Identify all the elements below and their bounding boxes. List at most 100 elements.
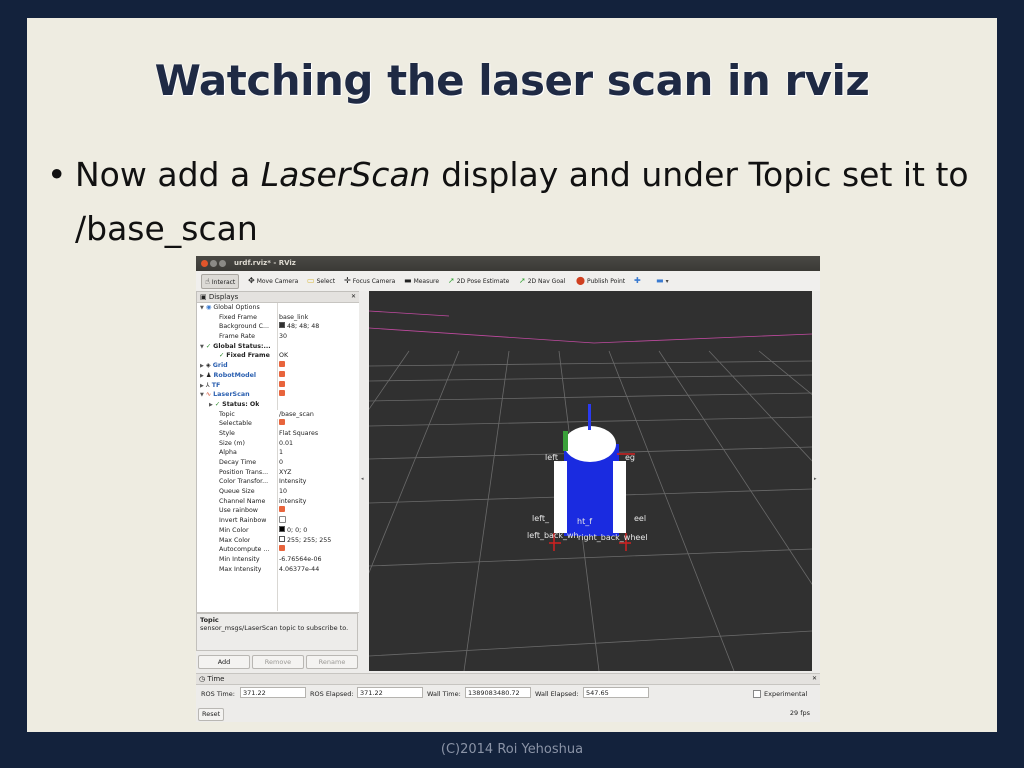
expand-icon[interactable]: ▼ xyxy=(200,392,204,398)
tree-row-global-options[interactable]: ▼ ◉ Global Options xyxy=(197,303,359,313)
interact-button[interactable]: ☝ Interact xyxy=(201,274,240,289)
expand-icon[interactable]: ▶ xyxy=(200,383,204,389)
close-icon[interactable]: ✕ xyxy=(812,674,817,684)
row-value[interactable]: 48; 48; 48 xyxy=(279,322,357,332)
row-value[interactable]: Flat Squares xyxy=(279,429,357,439)
tree-row-topic[interactable]: Topic/base_scan xyxy=(197,409,359,420)
tree-row-queue-size[interactable]: Queue Size 10 xyxy=(197,487,359,497)
publish-point-button[interactable]: ⬤ Publish Point xyxy=(576,274,625,287)
tree-row-min-intensity[interactable]: Min Intensity -6.76564e-06 xyxy=(197,555,359,565)
row-label: Min Color xyxy=(219,526,249,534)
remove-button[interactable]: Remove xyxy=(252,655,304,669)
row-value[interactable]: Intensity xyxy=(279,477,357,487)
clock-icon: ◷ xyxy=(199,675,208,683)
row-value[interactable]: 0 xyxy=(279,458,357,468)
tree-row-autocompute[interactable]: Autocompute ... xyxy=(197,545,359,555)
row-value[interactable]: XYZ xyxy=(279,468,357,478)
ros-time-field[interactable]: 371.22 xyxy=(240,687,306,698)
collapse-left-icon[interactable]: ◂ xyxy=(361,476,364,482)
collapse-right-icon[interactable]: ▸ xyxy=(814,476,817,482)
wall-time-field[interactable]: 1389083480.72 xyxy=(465,687,531,698)
color-swatch xyxy=(279,322,285,329)
experimental-checkbox[interactable] xyxy=(753,690,761,698)
expand-icon[interactable]: ▶ xyxy=(200,373,204,379)
tree-row-grid[interactable]: ▶ ◈ Grid xyxy=(197,361,359,371)
row-label: Max Intensity xyxy=(219,565,262,573)
move-camera-button[interactable]: ✥ Move Camera xyxy=(248,274,298,287)
autocompute-checkbox[interactable] xyxy=(279,545,285,552)
row-value[interactable]: 1 xyxy=(279,448,357,458)
selectable-checkbox[interactable] xyxy=(279,419,285,426)
row-value[interactable]: 255; 255; 255 xyxy=(279,535,357,546)
tree-row-style[interactable]: Style Flat Squares xyxy=(197,429,359,439)
row-value[interactable]: /base_scan xyxy=(279,410,357,420)
row-value[interactable]: 4.06377e-44 xyxy=(279,565,357,575)
left-splitter[interactable]: ◂ xyxy=(359,291,369,671)
tree-row-color-transformer[interactable]: Color Transfor... Intensity xyxy=(197,477,359,487)
tree-row-alpha[interactable]: Alpha 1 xyxy=(197,448,359,458)
rename-button[interactable]: Rename xyxy=(306,655,358,669)
tree-row-size[interactable]: Size (m) 0.01 xyxy=(197,439,359,449)
row-value[interactable]: intensity xyxy=(279,497,357,507)
expand-icon[interactable]: ▶ xyxy=(209,402,213,408)
focus-camera-button[interactable]: ✛ Focus Camera xyxy=(344,274,395,287)
tree-row-tf[interactable]: ▶ ⅄ TF xyxy=(197,380,359,391)
frame-label-overlap: ht_f xyxy=(577,517,593,526)
right-splitter[interactable]: ▸ xyxy=(812,291,820,671)
tree-row-frame-rate[interactable]: Frame Rate 30 xyxy=(197,332,359,342)
axes-icon: ⅄ xyxy=(205,381,210,389)
tree-row-global-status[interactable]: ▼ ✓ Global Status:... xyxy=(197,342,359,352)
enable-checkbox[interactable] xyxy=(279,361,285,368)
minimize-icon[interactable] xyxy=(210,260,217,267)
expand-icon[interactable]: ▼ xyxy=(200,305,204,311)
wall-elapsed-field[interactable]: 547.65 xyxy=(583,687,649,698)
frame-label-right-front-wheel: eel xyxy=(634,514,647,523)
row-value[interactable]: 0.01 xyxy=(279,439,357,449)
row-value[interactable]: 0; 0; 0 xyxy=(279,525,357,536)
maximize-icon[interactable] xyxy=(219,260,226,267)
tree-row-fixed-frame[interactable]: Fixed Frame base_link xyxy=(197,313,359,323)
tree-row-laserscan[interactable]: ▼ ∿ LaserScan xyxy=(197,390,359,400)
enable-checkbox[interactable] xyxy=(279,380,285,387)
invert-rainbow-checkbox[interactable] xyxy=(279,516,286,523)
tree-row-fixed-frame-status[interactable]: ✓ Fixed Frame OK xyxy=(197,351,359,361)
close-icon[interactable]: ✕ xyxy=(351,292,356,302)
3d-view[interactable]: left_ eg left_ ht_f eel left_back_wh rig… xyxy=(369,291,812,671)
use-rainbow-checkbox[interactable] xyxy=(279,506,285,513)
nav-goal-button[interactable]: ➚ 2D Nav Goal xyxy=(519,274,565,287)
row-value[interactable]: base_link xyxy=(279,313,357,323)
enable-checkbox[interactable] xyxy=(279,390,285,397)
tree-row-channel-name[interactable]: Channel Name intensity xyxy=(197,497,359,507)
remove-tool-button[interactable]: ▬ ▾ xyxy=(656,274,669,287)
row-label: Channel Name xyxy=(219,497,266,505)
tree-row-max-intensity[interactable]: Max Intensity 4.06377e-44 xyxy=(197,565,359,575)
ros-elapsed-field[interactable]: 371.22 xyxy=(357,687,423,698)
row-value[interactable]: -6.76564e-06 xyxy=(279,555,357,565)
row-value[interactable]: 10 xyxy=(279,487,357,497)
enable-checkbox[interactable] xyxy=(279,370,285,377)
bullet-text-pre: Now add a xyxy=(75,155,261,194)
measure-button[interactable]: ▬ Measure xyxy=(404,274,439,287)
tree-row-use-rainbow[interactable]: Use rainbow xyxy=(197,506,359,516)
tree-row-max-color[interactable]: Max Color 255; 255; 255 xyxy=(197,535,359,546)
tree-row-min-color[interactable]: Min Color 0; 0; 0 xyxy=(197,525,359,536)
row-label: Topic xyxy=(219,410,235,418)
tree-row-status-ok[interactable]: ▶ ✓ Status: Ok xyxy=(197,400,359,410)
tree-row-background-color[interactable]: Background C... 48; 48; 48 xyxy=(197,322,359,332)
row-label: Global Options xyxy=(213,304,260,311)
add-button[interactable]: Add xyxy=(198,655,250,669)
tree-row-robotmodel[interactable]: ▶ ♟ RobotModel xyxy=(197,370,359,381)
tree-row-position-transformer[interactable]: Position Trans... XYZ xyxy=(197,468,359,478)
add-tool-button[interactable]: ✚ xyxy=(634,274,643,287)
expand-icon[interactable]: ▶ xyxy=(200,363,204,369)
tree-row-invert-rainbow[interactable]: Invert Rainbow xyxy=(197,516,359,526)
tree-row-selectable[interactable]: Selectable xyxy=(197,419,359,429)
measure-label: Measure xyxy=(413,278,440,285)
reset-button[interactable]: Reset xyxy=(198,708,225,721)
row-value[interactable]: 30 xyxy=(279,332,357,342)
close-icon[interactable] xyxy=(201,260,208,267)
tree-row-decay-time[interactable]: Decay Time 0 xyxy=(197,458,359,468)
pose-estimate-button[interactable]: ➚ 2D Pose Estimate xyxy=(448,274,509,287)
expand-icon[interactable]: ▼ xyxy=(200,344,204,350)
select-button[interactable]: ▭ Select xyxy=(307,274,335,287)
